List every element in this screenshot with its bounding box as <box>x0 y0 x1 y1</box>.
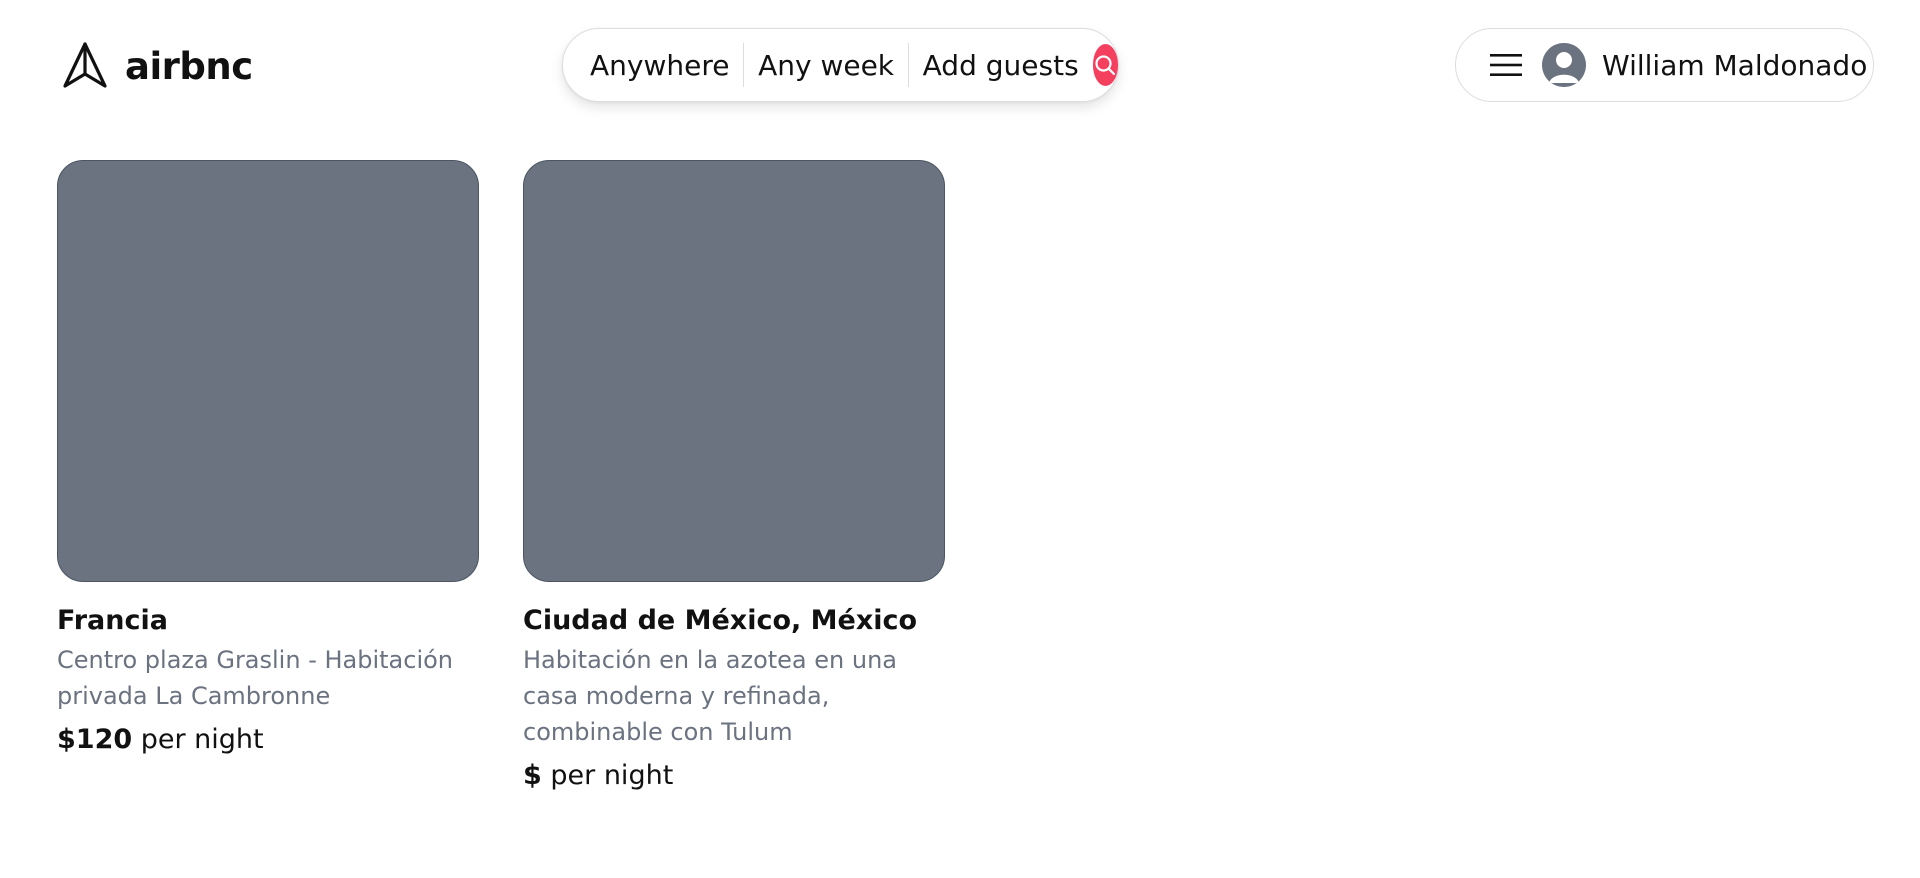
paper-plane-logo-icon <box>59 40 111 92</box>
listing-price-amount: $ <box>523 760 542 791</box>
search-dates-button[interactable]: Any week <box>744 49 908 82</box>
listing-price: $120 per night <box>57 722 479 758</box>
search-icon <box>1095 55 1116 76</box>
brand-logo[interactable]: airbnc <box>59 38 253 94</box>
listings-grid: Francia Centro plaza Graslin - Habitació… <box>57 160 945 794</box>
listing-title: Francia <box>57 605 168 636</box>
user-avatar-icon <box>1542 43 1586 87</box>
listing-price-suffix: per night <box>550 760 674 791</box>
listing-description: Centro plaza Graslin - Habitación privad… <box>57 646 454 710</box>
brand-name: airbnc <box>125 44 253 88</box>
listing-image[interactable] <box>523 160 945 582</box>
search-location-button[interactable]: Anywhere <box>563 49 743 82</box>
avatar <box>1542 43 1586 87</box>
listing-price-suffix: per night <box>140 724 264 755</box>
listing-description: Habitación en la azotea en una casa mode… <box>523 646 898 746</box>
listing-price: $ per night <box>523 758 945 794</box>
search-guests-button[interactable]: Add guests <box>909 49 1093 82</box>
hamburger-menu-icon <box>1490 54 1522 76</box>
listing-card[interactable]: Ciudad de México, México Habitación en l… <box>523 160 945 794</box>
user-menu-button[interactable]: William Maldonado <box>1455 28 1874 102</box>
listing-card[interactable]: Francia Centro plaza Graslin - Habitació… <box>57 160 479 794</box>
listing-title: Ciudad de México, México <box>523 605 918 636</box>
search-button[interactable] <box>1092 44 1119 86</box>
user-name: William Maldonado <box>1602 48 1868 82</box>
top-navbar: airbnc Anywhere Any week Add guests Will… <box>0 0 1920 135</box>
listing-price-amount: $120 <box>57 724 133 755</box>
search-bar[interactable]: Anywhere Any week Add guests <box>562 28 1119 102</box>
listing-image[interactable] <box>57 160 479 582</box>
